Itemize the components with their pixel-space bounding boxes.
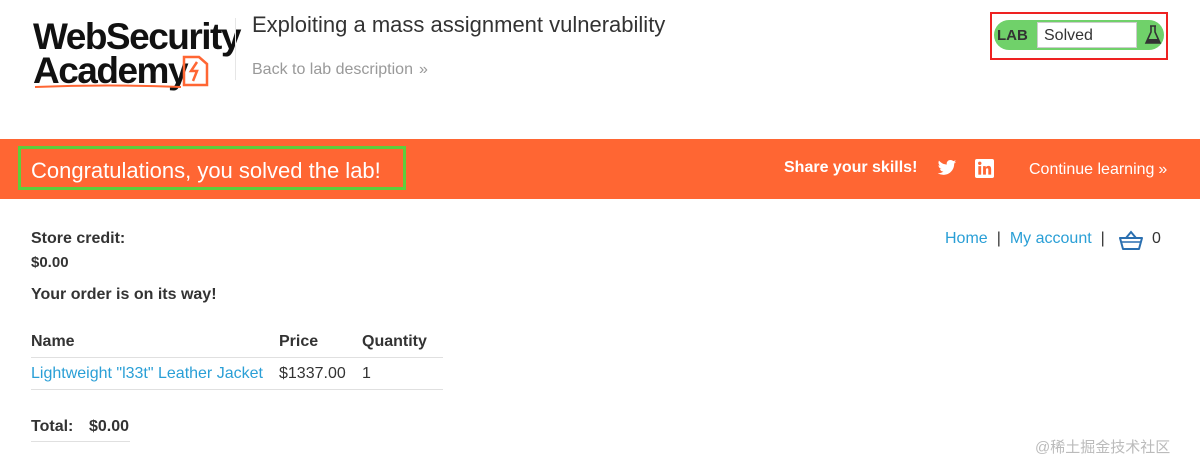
congratulations-message: Congratulations, you solved the lab! [18, 146, 406, 190]
double-chevron-right-icon: » [1158, 161, 1168, 178]
site-logo[interactable]: WebSecurity Academy [33, 14, 241, 92]
nav-separator: | [1100, 230, 1105, 247]
logo-lightning-icon [182, 55, 209, 87]
twitter-icon[interactable] [937, 159, 957, 177]
total-value: $0.00 [89, 418, 130, 435]
order-item-price: $1337.00 [279, 365, 346, 382]
watermark: @稀土掘金技术社区 [1035, 439, 1171, 456]
table-row-divider [31, 389, 443, 390]
logo-underline [34, 84, 182, 88]
back-to-lab-description-link[interactable]: Back to lab description » [252, 61, 428, 79]
order-status-message: Your order is on its way! [31, 286, 217, 303]
shopping-basket-icon[interactable] [1119, 230, 1143, 250]
column-header-name: Name [31, 333, 75, 350]
lab-state: Solved [1037, 22, 1137, 48]
nav-separator: | [996, 230, 1001, 247]
column-header-price: Price [279, 333, 319, 350]
lab-status-widget: LAB Solved [990, 12, 1168, 60]
share-skills-label: Share your skills! [784, 159, 918, 176]
total-label: Total: [31, 418, 74, 435]
total-divider [31, 441, 130, 442]
order-item-name-link[interactable]: Lightweight "l33t" Leather Jacket [31, 365, 263, 383]
back-link-label: Back to lab description [252, 61, 413, 78]
top-navigation: Home | My account | [945, 230, 1114, 248]
lab-tag: LAB [997, 27, 1028, 44]
order-item-quantity: 1 [362, 365, 371, 382]
linkedin-icon[interactable] [975, 159, 994, 178]
flask-icon [1144, 25, 1162, 44]
continue-learning-label: Continue learning [1029, 161, 1155, 178]
cart-count: 0 [1152, 230, 1161, 247]
column-header-quantity: Quantity [362, 333, 427, 350]
continue-learning-link[interactable]: Continue learning» [1029, 161, 1167, 179]
lab-status-pill: LAB Solved [994, 20, 1164, 50]
store-credit-label: Store credit: [31, 230, 126, 247]
header-divider [235, 18, 236, 80]
home-link[interactable]: Home [945, 230, 988, 247]
double-chevron-right-icon: » [418, 61, 428, 78]
lab-title: Exploiting a mass assignment vulnerabili… [252, 12, 666, 37]
store-credit-value: $0.00 [31, 254, 69, 271]
my-account-link[interactable]: My account [1010, 230, 1092, 247]
congratulations-text: Congratulations, you solved the lab! [31, 158, 381, 183]
table-header-divider [31, 357, 443, 358]
